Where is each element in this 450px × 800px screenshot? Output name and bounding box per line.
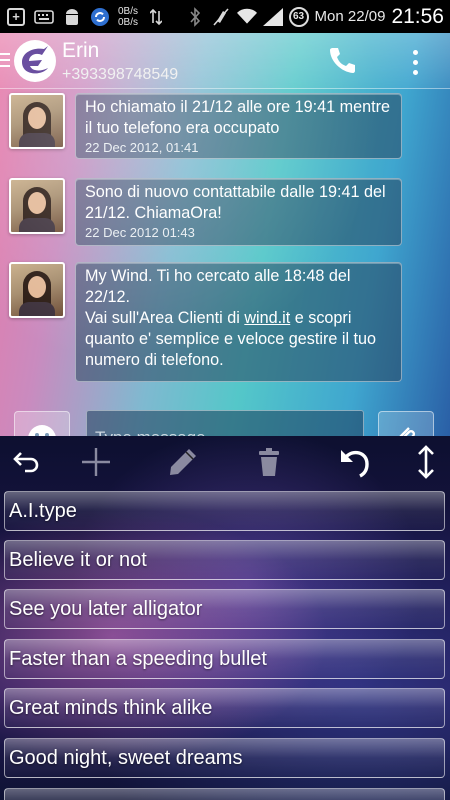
status-time: 21:56 — [391, 4, 444, 28]
signal-icon — [262, 7, 283, 27]
edit-reply-button[interactable] — [165, 444, 201, 480]
quick-reply-item[interactable]: Faster than a speeding bullet — [4, 639, 445, 679]
message-text: My Wind. Ti ho cercato alle 18:48 del 22… — [85, 267, 381, 369]
smiley-icon — [28, 425, 56, 436]
message-text: Ho chiamato il 21/12 alle ore 19:41 ment… — [85, 98, 395, 137]
back-button[interactable] — [8, 444, 44, 480]
quick-replies-panel: A.I.type Believe it or not See you later… — [0, 436, 450, 800]
message-timestamp: 22 Dec 2012 01:43 — [85, 225, 195, 240]
quick-reply-item[interactable] — [4, 788, 445, 800]
message-timestamp: 22 Dec 2012, 01:41 — [85, 140, 199, 155]
quick-reply-item[interactable]: Believe it or not — [4, 540, 445, 580]
trash-icon — [259, 448, 279, 476]
composer — [0, 410, 450, 436]
conversation-header: Erin +393398748549 — [0, 33, 450, 89]
quick-reply-item[interactable]: A.I.type — [4, 491, 445, 531]
network-speed: 0B/s 0B/s — [118, 5, 139, 28]
contact-number: +393398748549 — [62, 66, 179, 83]
resize-icon — [418, 445, 434, 479]
contact-name: Erin — [62, 39, 100, 62]
message-input[interactable] — [86, 410, 364, 436]
android-icon — [62, 7, 82, 27]
emoji-button[interactable] — [14, 411, 70, 436]
data-arrows-icon — [146, 7, 166, 27]
delete-reply-button[interactable] — [251, 444, 287, 480]
message-text: Sono di nuovo contattabile dalle 19:41 d… — [85, 183, 391, 222]
battery-icon: 63 — [288, 6, 309, 27]
message-bubble[interactable]: Ho chiamato il 21/12 alle ore 19:41 ment… — [75, 93, 402, 159]
avatar[interactable] — [9, 262, 65, 318]
quick-reply-item[interactable]: Good night, sweet dreams — [4, 738, 445, 778]
back-icon — [13, 452, 39, 473]
keyboard-icon — [34, 7, 54, 27]
avatar[interactable] — [9, 178, 65, 234]
phone-icon — [330, 48, 355, 73]
attach-button[interactable] — [378, 411, 434, 436]
undo-icon — [341, 450, 369, 478]
quick-reply-item[interactable]: Great minds think alike — [4, 688, 445, 728]
conversation-view: Erin +393398748549 Ho chiamato il 21/12 … — [0, 33, 450, 436]
edit-icon — [170, 449, 196, 475]
add-reply-button[interactable] — [78, 444, 114, 480]
resize-button[interactable] — [408, 444, 444, 480]
message-bubble[interactable]: Sono di nuovo contattabile dalle 19:41 d… — [75, 178, 402, 246]
menu-icon[interactable] — [0, 53, 10, 71]
app-logo[interactable] — [14, 40, 56, 82]
status-bar: + 0B/s 0B/s 63 Mon 22/09 21:56 — [0, 0, 450, 33]
undo-button[interactable] — [336, 444, 372, 480]
add-notification-icon: + — [6, 7, 26, 27]
overflow-menu-button[interactable] — [404, 45, 426, 79]
avatar[interactable] — [9, 93, 65, 149]
quick-reply-item[interactable]: See you later alligator — [4, 589, 445, 629]
message-bubble[interactable]: My Wind. Ti ho cercato alle 18:48 del 22… — [75, 262, 402, 382]
quick-replies-toolbar — [0, 436, 450, 488]
add-icon — [82, 448, 110, 476]
status-date: Mon 22/09 — [314, 8, 386, 25]
mute-icon — [211, 7, 231, 27]
sync-icon — [90, 7, 110, 27]
message-link[interactable]: wind.it — [244, 309, 290, 327]
call-button[interactable] — [327, 45, 361, 79]
wifi-icon — [236, 7, 257, 27]
bluetooth-icon — [185, 6, 205, 27]
paperclip-icon — [399, 427, 416, 436]
